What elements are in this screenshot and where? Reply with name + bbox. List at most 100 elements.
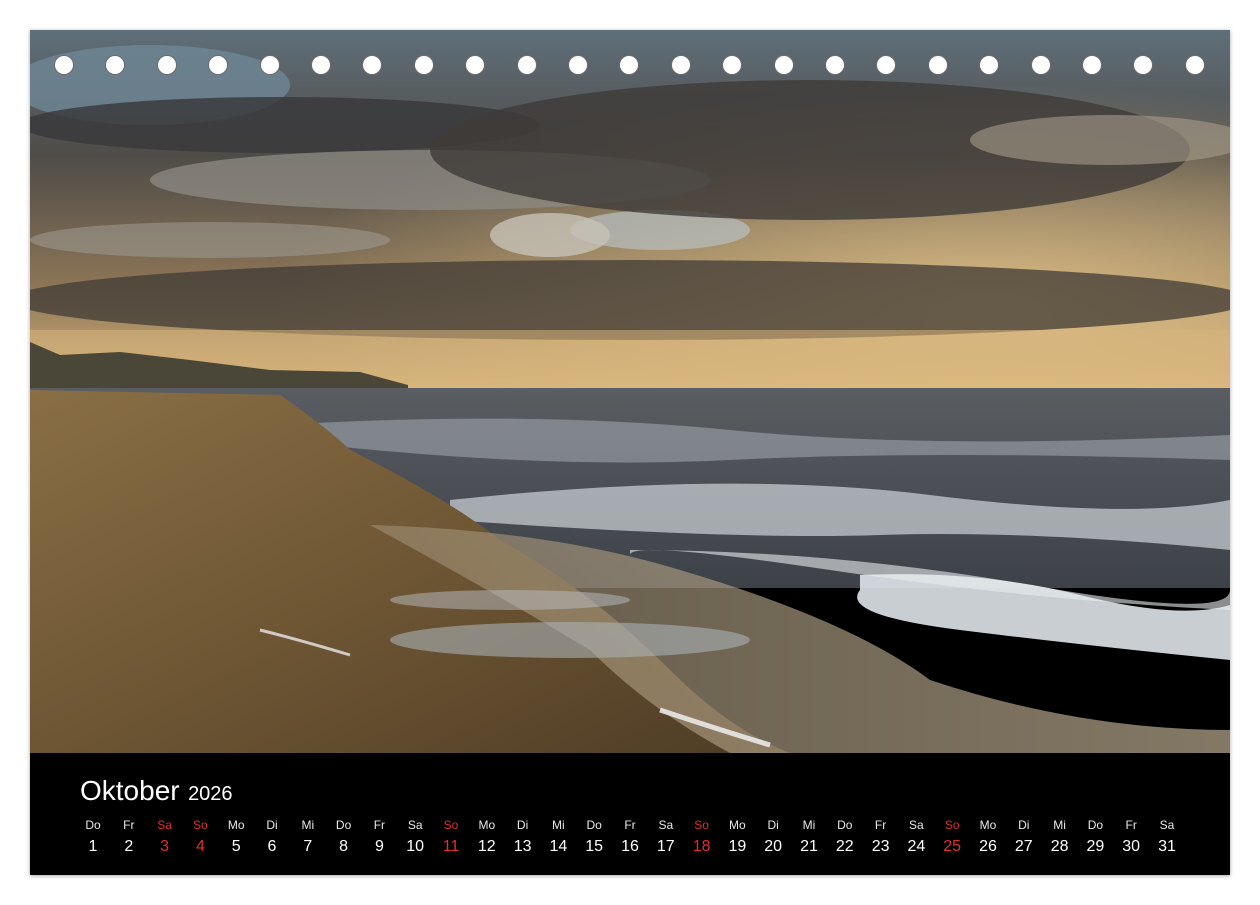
day-cell: Sa 31 — [1149, 815, 1185, 859]
weekday-label: Sa — [1159, 818, 1175, 832]
day-number: 13 — [513, 838, 532, 855]
day-number: 24 — [907, 838, 926, 855]
binding-hole — [773, 55, 794, 75]
day-cell: Mi 7 — [290, 815, 326, 859]
day-cell: Mo 12 — [469, 815, 505, 859]
day-cell: Do 15 — [576, 815, 612, 859]
day-number: 19 — [728, 838, 747, 855]
binding-hole — [1030, 55, 1051, 75]
day-cell: Do 1 — [75, 815, 111, 859]
binding-hole — [156, 55, 177, 75]
weekday-label: So — [193, 818, 208, 832]
weekday-label: So — [443, 818, 459, 832]
day-cell: So 25 — [934, 815, 970, 859]
day-cell: Fr 30 — [1113, 815, 1149, 859]
day-number: 2 — [124, 838, 134, 855]
weekday-label: So — [944, 818, 960, 832]
weekday-label: Mi — [1053, 818, 1066, 832]
weekday-label: Mi — [802, 818, 816, 832]
day-number: 5 — [231, 838, 241, 855]
binding-hole — [825, 55, 845, 75]
day-number: 31 — [1158, 838, 1176, 855]
calendar-band: Oktober 2026 Do 1 Fr 2 Sa 3 So 4 Mo 5 Di 6 Mi 7 Do 8 Fr 9… — [30, 753, 1230, 875]
binding-hole — [311, 55, 331, 75]
weekday-label: Do — [1087, 818, 1104, 832]
weekday-label: Mo — [729, 818, 746, 832]
binding-hole — [259, 55, 280, 75]
day-number: 10 — [406, 838, 425, 855]
year-label: 2026 — [188, 783, 233, 805]
binding-hole — [105, 55, 126, 75]
day-number: 1 — [88, 838, 98, 855]
month-label: Oktober — [80, 775, 180, 806]
day-number: 25 — [943, 838, 962, 855]
weekday-label: Mo — [227, 818, 245, 832]
day-cell: Fr 2 — [111, 815, 147, 859]
weekday-label: Mo — [979, 818, 997, 832]
day-number: 27 — [1014, 838, 1033, 855]
day-cell: Mi 28 — [1042, 815, 1078, 859]
day-cell: Fr 9 — [361, 815, 397, 859]
day-number: 21 — [800, 838, 818, 855]
day-cell: Sa 24 — [898, 815, 934, 859]
binding-holes — [30, 55, 1230, 79]
weekday-label: Di — [1018, 818, 1030, 832]
day-cell: Mo 26 — [970, 815, 1006, 859]
binding-hole — [516, 55, 537, 75]
day-cell: Di 27 — [1006, 815, 1042, 859]
weekday-label: Di — [767, 818, 779, 832]
day-cell: Do 8 — [326, 815, 362, 859]
binding-hole — [876, 55, 897, 75]
binding-hole — [1184, 55, 1205, 75]
binding-hole — [54, 55, 74, 75]
day-number: 28 — [1050, 838, 1069, 855]
day-number: 11 — [442, 838, 460, 855]
day-number: 26 — [979, 838, 997, 855]
day-cell: Fr 16 — [612, 815, 648, 859]
weekday-label: Sa — [407, 818, 423, 832]
day-cell: Mi 14 — [540, 815, 576, 859]
day-number: 9 — [374, 838, 384, 855]
day-cell: Fr 23 — [863, 815, 899, 859]
weekday-label: Di — [266, 818, 278, 832]
weekday-label: Fr — [874, 818, 887, 832]
weekday-label: Fr — [624, 818, 636, 832]
day-number: 3 — [160, 838, 170, 855]
weekday-label: Sa — [909, 818, 924, 832]
binding-hole — [208, 55, 229, 75]
binding-hole — [722, 55, 743, 75]
day-number: 4 — [195, 838, 205, 855]
day-cell: So 18 — [684, 815, 720, 859]
day-number: 12 — [477, 838, 496, 855]
day-cell: Sa 3 — [147, 815, 183, 859]
binding-hole — [413, 55, 434, 75]
day-number: 18 — [692, 838, 711, 855]
day-number: 15 — [585, 838, 604, 855]
weekday-label: Mo — [478, 818, 496, 832]
day-number: 16 — [621, 838, 639, 855]
day-number: 14 — [549, 838, 568, 855]
binding-hole — [1082, 55, 1102, 75]
day-cell: Di 13 — [505, 815, 541, 859]
day-cell: Do 22 — [827, 815, 863, 859]
day-cell: Sa 10 — [397, 815, 433, 859]
day-number: 17 — [656, 838, 675, 855]
weekday-label: Fr — [123, 818, 135, 832]
weekday-label: Di — [516, 818, 529, 832]
weekday-label: Mi — [552, 818, 565, 832]
day-strip: Do 1 Fr 2 Sa 3 So 4 Mo 5 Di 6 Mi 7 Do 8 Fr 9 Sa 10 So 11 Mo 12 D… — [75, 815, 1195, 865]
day-number: 7 — [303, 838, 313, 855]
day-cell: Do 29 — [1077, 815, 1113, 859]
day-cell: So 11 — [433, 815, 469, 859]
weekday-label: Do — [586, 818, 602, 832]
day-number: 30 — [1122, 838, 1141, 855]
day-cell: So 4 — [182, 815, 218, 859]
binding-hole — [619, 55, 640, 75]
calendar-title: Oktober 2026 — [80, 775, 233, 807]
binding-hole — [465, 55, 486, 75]
weekday-label: Do — [335, 818, 352, 832]
beach-photo — [30, 30, 1230, 753]
day-cell: Mo 5 — [218, 815, 254, 859]
day-cell: Sa 17 — [648, 815, 684, 859]
weekday-label: Sa — [157, 818, 172, 832]
